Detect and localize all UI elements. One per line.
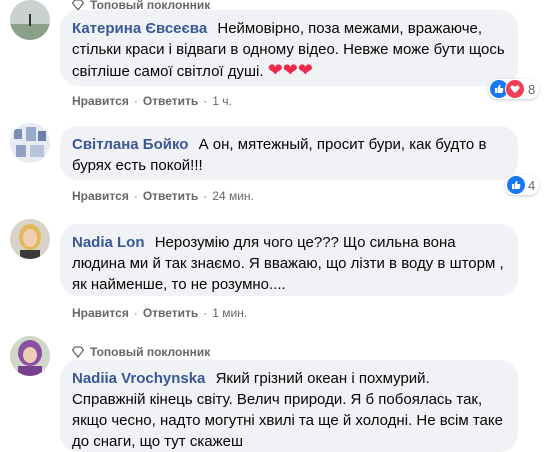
comment-bubble: Світлана Бойко А он, мятежный, просит бу… [60,126,518,180]
top-fan-badge: Топовый поклонник [72,345,210,359]
separator-dot: · [203,306,208,320]
reply-button[interactable]: Ответить [143,189,198,203]
reaction-summary[interactable]: 8 [488,79,540,99]
love-icon [505,79,525,99]
reaction-count: 4 [528,177,536,193]
heart-emojis: ❤❤❤ [267,60,313,80]
author-name[interactable]: Катерина Євсеєва [72,20,207,37]
author-name[interactable]: Nadiia Vrochynska [72,370,205,387]
comment-actions: Нравится · Ответить · 1 мин. [72,306,247,320]
like-icon [507,176,525,194]
avatar[interactable] [10,0,50,40]
reply-button[interactable]: Ответить [143,94,198,108]
separator-dot: · [203,94,208,108]
separator-dot: · [133,94,138,108]
reaction-summary[interactable]: 4 [505,175,540,195]
avatar[interactable] [10,123,50,163]
reply-button[interactable]: Ответить [143,306,198,320]
comment-actions: Нравится · Ответить · 1 ч. [72,94,232,108]
diamond-icon [72,346,84,358]
author-name[interactable]: Nadia Lon [72,234,145,251]
separator-dot: · [133,189,138,203]
author-name[interactable]: Світлана Бойко [72,136,188,153]
timestamp[interactable]: 24 мин. [212,189,254,203]
like-button[interactable]: Нравится [72,189,129,203]
separator-dot: · [203,189,208,203]
avatar[interactable] [10,219,50,259]
reaction-count: 8 [528,81,536,97]
comment-bubble: Nadiia Vrochynska Який грізний океан і п… [60,360,518,452]
like-button[interactable]: Нравится [72,306,129,320]
comment-actions: Нравится · Ответить · 24 мин. [72,189,254,203]
comment-bubble: Катерина Євсеєва Неймовірно, поза межами… [60,10,518,86]
like-button[interactable]: Нравится [72,94,129,108]
timestamp[interactable]: 1 ч. [212,94,232,108]
avatar[interactable] [10,336,50,376]
separator-dot: · [133,306,138,320]
timestamp[interactable]: 1 мин. [212,306,247,320]
comment-bubble: Nadia Lon Нерозумію для чого це??? Що си… [60,224,518,296]
